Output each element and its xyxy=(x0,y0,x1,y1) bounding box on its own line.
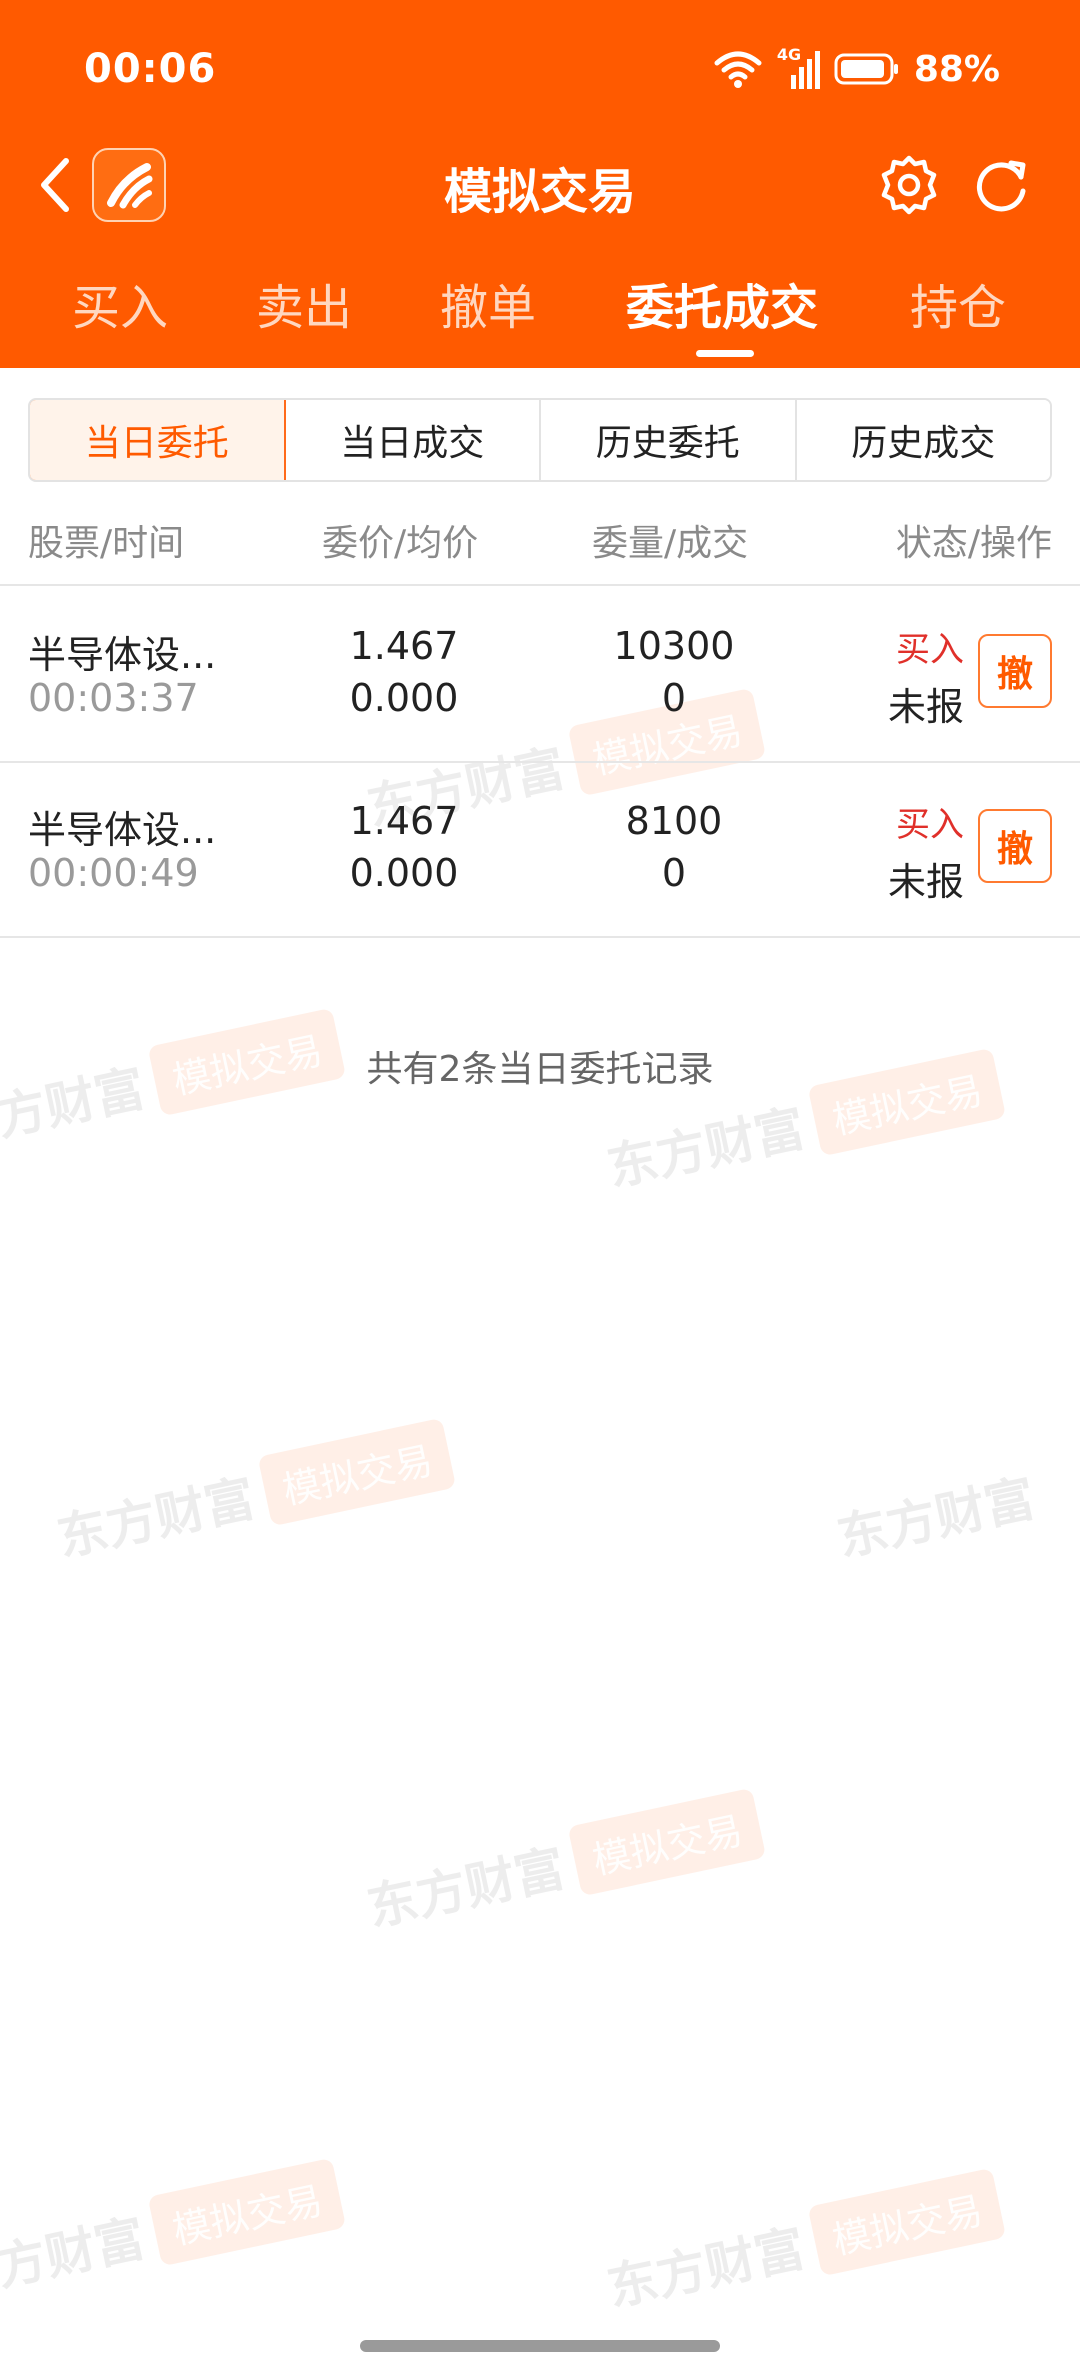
tab-buy[interactable]: 买入 xyxy=(72,268,168,338)
order-price: 1.467 xyxy=(349,624,459,668)
stock-name: 半导体设... xyxy=(28,808,217,852)
watermark: 东方财富 模拟交易 xyxy=(360,1787,767,1941)
sub-tab-bar: 当日委托 当日成交 历史委托 历史成交 xyxy=(28,398,1052,482)
watermark: 东方财富 模拟交易 xyxy=(0,2157,347,2311)
settings-button[interactable] xyxy=(874,150,944,220)
filled-quantity: 0 xyxy=(661,676,687,720)
refresh-button[interactable] xyxy=(966,150,1036,220)
subtab-history-orders[interactable]: 历史委托 xyxy=(541,400,797,480)
column-header-price: 委价/均价 xyxy=(322,523,479,564)
filled-quantity: 0 xyxy=(661,851,687,895)
order-quantity: 8100 xyxy=(625,799,723,843)
stock-name: 半导体设... xyxy=(28,633,217,677)
column-header-quantity: 委量/成交 xyxy=(592,523,749,564)
status-time: 00:06 xyxy=(84,46,217,92)
page: 东方财富 模拟交易 东方财富 模拟交易 东方财富 模拟交易 东方财富 模拟交易 … xyxy=(0,0,1080,2373)
average-price: 0.000 xyxy=(349,676,459,720)
cancel-order-button[interactable]: 撤 xyxy=(978,634,1052,708)
order-status: 未报 xyxy=(887,685,964,729)
tab-cancel-order[interactable]: 撤单 xyxy=(440,268,536,338)
table-header: 股票/时间 委价/均价 委量/成交 状态/操作 xyxy=(0,492,1080,586)
gear-icon xyxy=(881,155,937,215)
home-indicator[interactable] xyxy=(360,2340,720,2352)
cellular-signal-icon: 4G xyxy=(777,45,820,89)
column-header-status-action: 状态/操作 xyxy=(895,523,1052,564)
subtab-history-trades[interactable]: 历史成交 xyxy=(796,400,1050,480)
subtab-today-trades[interactable]: 当日成交 xyxy=(285,400,541,480)
order-side: 买入 xyxy=(896,630,964,670)
tab-orders-trades[interactable]: 委托成交 xyxy=(626,268,818,338)
battery-percent: 88% xyxy=(913,48,1000,90)
active-tab-indicator xyxy=(696,350,754,357)
order-quantity: 10300 xyxy=(613,624,735,668)
subtab-today-orders[interactable]: 当日委托 xyxy=(30,400,286,480)
status-icons: 4G 88% xyxy=(713,44,1000,94)
table-row[interactable]: 半导体设... 00:03:37 1.467 0.000 10300 0 买入 … xyxy=(0,588,1080,763)
watermark: 东方财富 模拟交易 xyxy=(600,2167,1007,2321)
records-summary: 共有2条当日委托记录 xyxy=(366,1049,714,1090)
tab-sell[interactable]: 卖出 xyxy=(256,268,352,338)
wifi-icon xyxy=(714,51,762,88)
cancel-order-button[interactable]: 撤 xyxy=(978,809,1052,883)
order-side: 买入 xyxy=(896,805,964,845)
app-header: 00:06 4G 88% 模拟交易 买入 卖出 撤单 委托成交 持仓 xyxy=(0,0,1080,368)
tab-positions[interactable]: 持仓 xyxy=(910,268,1006,338)
average-price: 0.000 xyxy=(349,851,459,895)
watermark: 东方财富 xyxy=(832,1468,1040,1568)
watermark: 东方财富 模拟交易 xyxy=(50,1417,457,1571)
table-row[interactable]: 半导体设... 00:00:49 1.467 0.000 8100 0 买入 未… xyxy=(0,763,1080,938)
column-header-stock-time: 股票/时间 xyxy=(28,523,185,564)
order-time: 00:00:49 xyxy=(28,851,199,895)
order-status: 未报 xyxy=(887,860,964,904)
refresh-icon xyxy=(976,160,1026,212)
battery-icon xyxy=(834,53,898,85)
order-time: 00:03:37 xyxy=(28,676,199,720)
order-price: 1.467 xyxy=(349,799,459,843)
